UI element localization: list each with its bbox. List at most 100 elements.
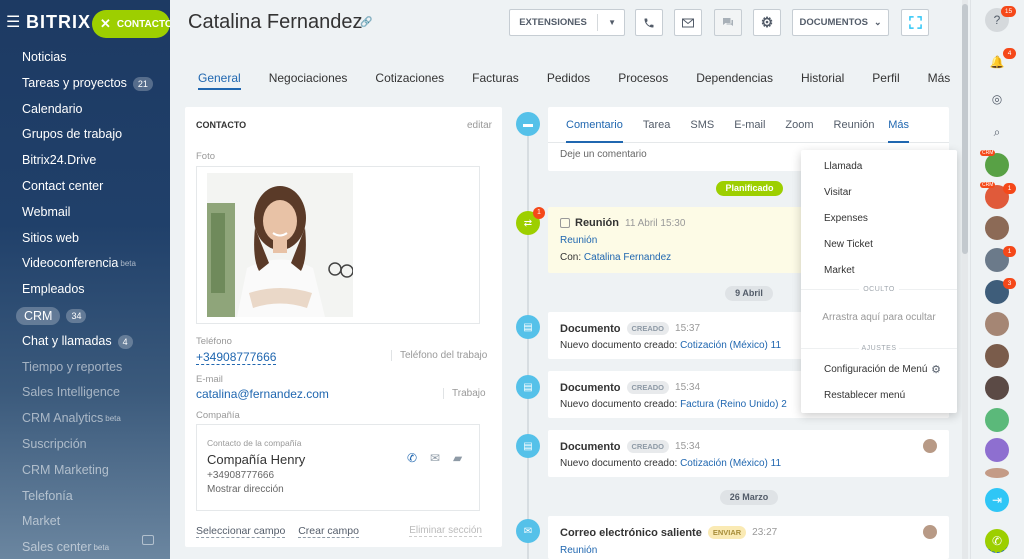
sidebar-item[interactable]: Suscripción — [0, 432, 170, 458]
sidebar-item[interactable]: CRM 34 — [0, 303, 170, 329]
call-button[interactable] — [635, 9, 663, 36]
sidebar-item[interactable]: Telefonía — [0, 484, 170, 510]
editor-tab[interactable]: SMS — [690, 107, 714, 143]
sidebar-item[interactable]: Videoconferencia beta — [0, 251, 170, 277]
chat-button[interactable] — [714, 9, 742, 36]
avatar[interactable] — [985, 468, 1009, 478]
chat-icon[interactable]: ▰ — [453, 451, 462, 465]
editor-tab[interactable]: Zoom — [785, 107, 813, 143]
gear-icon: ⚙ — [760, 14, 774, 30]
tab-cotizaciones[interactable]: Cotizaciones — [375, 60, 444, 96]
sidebar-item[interactable]: Webmail — [0, 200, 170, 226]
close-icon[interactable]: ✕ — [100, 16, 111, 32]
menu-item[interactable]: Expenses — [824, 213, 868, 224]
printer-icon[interactable] — [142, 535, 154, 545]
exit-icon[interactable]: ⇥ — [985, 488, 1009, 512]
phone-icon[interactable]: ✆ — [407, 451, 417, 465]
editor-tab[interactable]: E-mail — [734, 107, 765, 143]
envelope-icon[interactable]: ✉ — [430, 451, 440, 465]
delete-section-link[interactable]: Eliminar sección — [409, 525, 482, 537]
avatar[interactable] — [985, 408, 1009, 432]
status-badge: CREADO — [626, 440, 670, 453]
badge: 3 — [1003, 278, 1016, 289]
sidebar-item[interactable]: Sales Intelligence — [0, 380, 170, 406]
status-badge: CREADO — [626, 381, 670, 394]
scrollbar[interactable] — [962, 0, 968, 559]
email-item[interactable]: Correo electrónico saliente ENVIAR 23:27… — [548, 516, 949, 559]
tab-procesos-de-negocio[interactable]: Procesos de negocio — [618, 60, 668, 157]
checkbox[interactable] — [560, 218, 570, 228]
select-field-link[interactable]: Seleccionar campo — [196, 525, 286, 538]
tab-negociaciones[interactable]: Negociaciones — [269, 60, 348, 96]
menu-item[interactable]: New Ticket — [824, 239, 873, 250]
avatar[interactable] — [985, 216, 1009, 240]
beta-tag: beta — [105, 414, 121, 424]
card-header: CONTACTO editar — [185, 107, 502, 131]
editor-tab[interactable]: Comentario — [566, 107, 623, 143]
sidebar-item[interactable]: Tiempo y reportes — [0, 355, 170, 381]
show-address-link[interactable]: Mostrar dirección — [207, 484, 284, 495]
menu-icon[interactable]: ☰ — [6, 12, 22, 32]
email-link[interactable]: Reunión — [560, 545, 597, 556]
link-icon[interactable]: 🔗 — [360, 17, 372, 28]
fullscreen-button[interactable] — [901, 9, 929, 36]
meeting-with-name[interactable]: Catalina Fernandez — [584, 252, 671, 263]
company-name[interactable]: Compañía Henry — [207, 452, 305, 467]
avatar[interactable] — [985, 312, 1009, 336]
meeting-link[interactable]: Reunión — [560, 235, 597, 246]
sidebar-item[interactable]: Noticias — [0, 45, 170, 71]
edit-link[interactable]: editar — [467, 120, 492, 131]
photo-field[interactable] — [196, 166, 480, 324]
sidebar-item[interactable]: Calendario — [0, 97, 170, 123]
phone-icon[interactable]: ✆ — [985, 529, 1009, 553]
avatar[interactable] — [985, 438, 1009, 462]
tab-general[interactable]: General — [198, 60, 241, 96]
avatar[interactable] — [985, 153, 1009, 177]
settings-button[interactable]: ⚙ — [753, 9, 781, 36]
comment-input[interactable]: Deje un comentario — [560, 149, 647, 160]
menu-item[interactable]: Market — [824, 265, 855, 276]
sidebar-item[interactable]: Contact center — [0, 174, 170, 200]
menu-item[interactable]: Llamada — [824, 161, 862, 172]
create-field-link[interactable]: Crear campo — [298, 525, 359, 538]
phone-link[interactable]: +34908777666 — [196, 350, 277, 365]
tab-dependencias[interactable]: Dependencias — [696, 60, 773, 96]
contact-pill-label: CONTACTO — [116, 18, 170, 30]
search-icon[interactable]: ⌕ — [985, 120, 1009, 144]
tab-perfil[interactable]: Perfil — [872, 60, 899, 96]
email-link[interactable]: catalina@fernandez.com — [196, 387, 329, 401]
sidebar-item[interactable]: Sitios web — [0, 226, 170, 252]
editor-tab[interactable]: Tarea — [643, 107, 671, 143]
sidebar-item[interactable]: Tareas y proyectos 21 — [0, 71, 170, 97]
document-link[interactable]: Cotización (México) 11 — [680, 340, 781, 351]
sidebar-item[interactable]: CRM Analytics beta — [0, 406, 170, 432]
menu-reset-item[interactable]: Restablecer menú — [824, 390, 905, 401]
editor-tab[interactable]: Reunión — [834, 107, 875, 143]
document-link[interactable]: Cotización (México) 11 — [680, 458, 781, 469]
tab-historial[interactable]: Historial — [801, 60, 844, 96]
menu-item[interactable]: Visitar — [824, 187, 852, 198]
tab-más[interactable]: Más ▾ — [928, 60, 951, 121]
email-button[interactable] — [674, 9, 702, 36]
chat-search-icon[interactable]: ◎ — [985, 87, 1009, 111]
avatar[interactable] — [985, 376, 1009, 400]
document-item[interactable]: Documento CREADO 15:34 Nuevo documento crea… — [548, 430, 949, 477]
documents-button[interactable]: DOCUMENTOS ⌄ — [792, 9, 889, 36]
editor-tab-more[interactable]: Más — [888, 107, 909, 143]
sidebar-item[interactable]: Chat y llamadas 4 — [0, 329, 170, 355]
avatar[interactable] — [985, 344, 1009, 368]
sidebar-item[interactable]: CRM Marketing — [0, 458, 170, 484]
sidebar-item[interactable]: Empleados — [0, 277, 170, 303]
scrollbar-thumb[interactable] — [962, 4, 968, 254]
document-link[interactable]: Factura (Reino Unido) 2 — [680, 399, 787, 410]
chevron-down-icon[interactable]: ▼ — [608, 18, 616, 27]
sidebar-item[interactable]: Market — [0, 509, 170, 535]
tab-facturas[interactable]: Facturas — [472, 60, 519, 96]
contact-slider-tab[interactable]: ✕ CONTACTO — [92, 10, 170, 38]
extensions-button[interactable]: EXTENSIONES ▼ — [509, 9, 625, 36]
menu-settings-item[interactable]: Configuración de Menú — [824, 364, 927, 375]
sidebar-item[interactable]: Grupos de trabajo — [0, 122, 170, 148]
sidebar-item[interactable]: Bitrix24.Drive — [0, 148, 170, 174]
tab-pedidos[interactable]: Pedidos — [547, 60, 590, 96]
document-title: Documento — [560, 440, 621, 453]
